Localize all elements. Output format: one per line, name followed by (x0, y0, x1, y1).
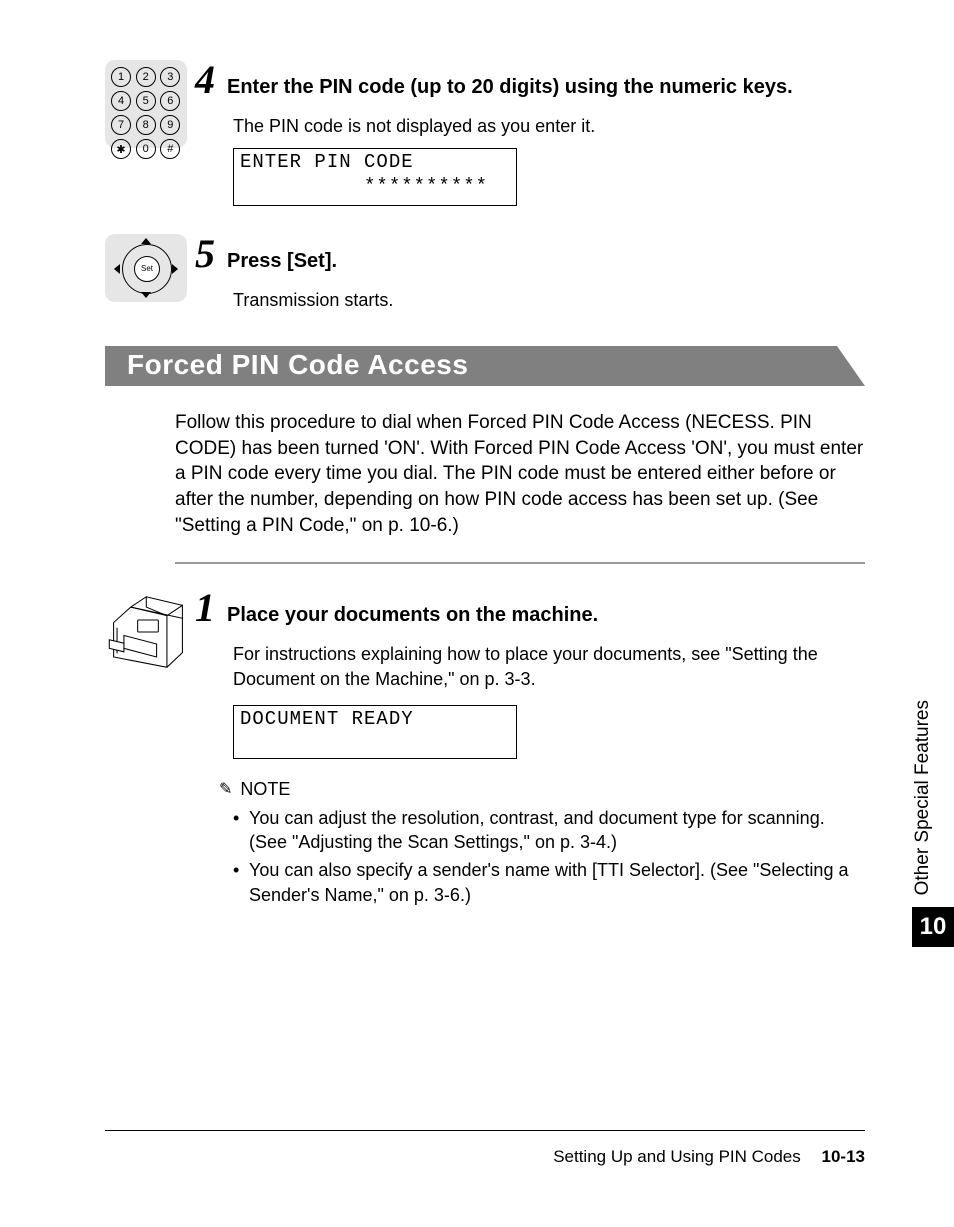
lcd-display: ENTER PIN CODE ********** (233, 148, 517, 206)
step-title: Place your documents on the machine. (227, 602, 598, 628)
step-title: Enter the PIN code (up to 20 digits) usi… (227, 74, 793, 100)
section-heading: Forced PIN Code Access (105, 346, 865, 386)
footer: Setting Up and Using PIN Codes 10-13 (553, 1147, 865, 1167)
content-area: 1 2 3 4 5 6 7 8 9 ✱ 0 # 4 Enter the PI (105, 60, 865, 935)
page: 1 2 3 4 5 6 7 8 9 ✱ 0 # 4 Enter the PI (0, 0, 954, 1227)
step-5: Set 5 Press [Set]. Transmission starts. (105, 234, 865, 312)
step-desc: Transmission starts. (233, 288, 865, 312)
note-item: • You can also specify a sender's name w… (233, 858, 865, 907)
side-tab-number: 10 (912, 907, 954, 947)
set-nav-icon: Set (105, 234, 195, 302)
note-heading: ✎ NOTE (219, 779, 865, 800)
lcd-display: DOCUMENT READY (233, 705, 517, 759)
step-number: 1 (195, 588, 215, 628)
note-label: NOTE (240, 779, 290, 800)
step-number: 5 (195, 234, 215, 274)
footer-text: Setting Up and Using PIN Codes (553, 1147, 801, 1166)
printer-icon (105, 588, 195, 675)
step-1: 1 Place your documents on the machine. F… (105, 588, 865, 907)
step-title: Press [Set]. (227, 248, 337, 274)
note-block: ✎ NOTE • You can adjust the resolution, … (233, 779, 865, 907)
step-desc: For instructions explaining how to place… (233, 642, 865, 691)
footer-rule (105, 1130, 865, 1131)
divider (175, 562, 865, 564)
step-4: 1 2 3 4 5 6 7 8 9 ✱ 0 # 4 Enter the PI (105, 60, 865, 206)
keypad-icon: 1 2 3 4 5 6 7 8 9 ✱ 0 # (105, 60, 195, 148)
note-items: • You can adjust the resolution, contras… (233, 806, 865, 907)
pencil-icon: ✎ (219, 779, 232, 799)
section-paragraph: Follow this procedure to dial when Force… (175, 410, 865, 538)
side-tab: Other Special Features 10 (912, 700, 954, 947)
page-number: 10-13 (822, 1147, 865, 1166)
side-tab-label: Other Special Features (912, 700, 934, 895)
note-item: • You can adjust the resolution, contras… (233, 806, 865, 855)
step-desc: The PIN code is not displayed as you ent… (233, 114, 865, 138)
step-number: 4 (195, 60, 215, 100)
